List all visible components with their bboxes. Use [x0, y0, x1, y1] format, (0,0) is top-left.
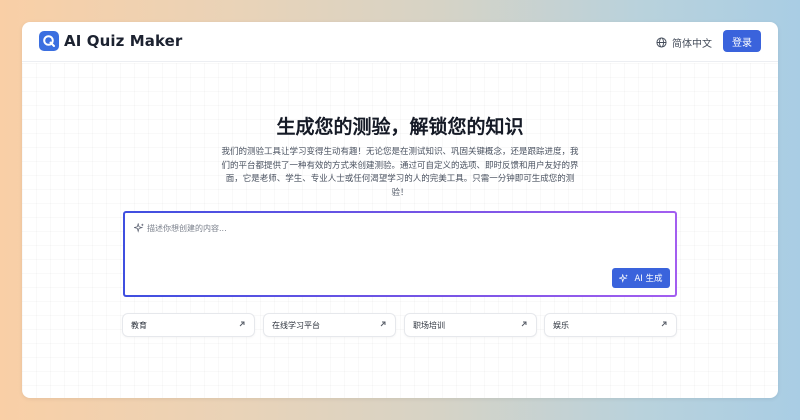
category-chip-online-learning[interactable]: 在线学习平台	[263, 313, 396, 337]
category-chip-education[interactable]: 教育	[122, 313, 255, 337]
arrow-up-right-icon	[380, 321, 386, 327]
prompt-box[interactable]: AI 生成	[123, 211, 677, 297]
arrow-up-right-icon	[239, 321, 245, 327]
page-title: 生成您的测验，解锁您的知识	[276, 116, 524, 138]
chip-label: 教育	[131, 321, 147, 330]
arrow-up-right-icon	[661, 321, 667, 327]
login-button[interactable]: 登录	[723, 30, 761, 52]
globe-icon	[656, 36, 667, 48]
chip-label: 职场培训	[413, 321, 445, 330]
chip-label: 在线学习平台	[272, 321, 320, 330]
logo-text[interactable]: AI Quiz Maker	[64, 31, 182, 51]
page-description: 我们的测验工具让学习变得生动有趣！无论您是在测试知识、巩固关键概念，还是跟踪进度…	[221, 147, 579, 198]
prompt-input[interactable]	[147, 220, 647, 236]
chip-label: 娱乐	[553, 321, 569, 330]
arrow-up-right-icon	[521, 321, 527, 327]
language-switcher[interactable]: 简体中文	[656, 34, 712, 50]
language-label: 简体中文	[672, 38, 712, 50]
category-chip-workplace-training[interactable]: 职场培训	[404, 313, 537, 337]
ai-generate-button[interactable]: AI 生成	[612, 268, 670, 288]
sparkle-icon	[134, 223, 144, 233]
main-card: AI Quiz Maker 简体中文 登录 生成您的测验，解锁您的知识 我们的测…	[22, 22, 778, 398]
top-header: AI Quiz Maker 简体中文 登录	[22, 22, 778, 62]
ai-generate-label: AI 生成	[634, 274, 663, 284]
category-chip-entertainment[interactable]: 娱乐	[544, 313, 677, 337]
sparkle-icon	[619, 273, 629, 283]
logo-icon[interactable]	[39, 31, 59, 51]
